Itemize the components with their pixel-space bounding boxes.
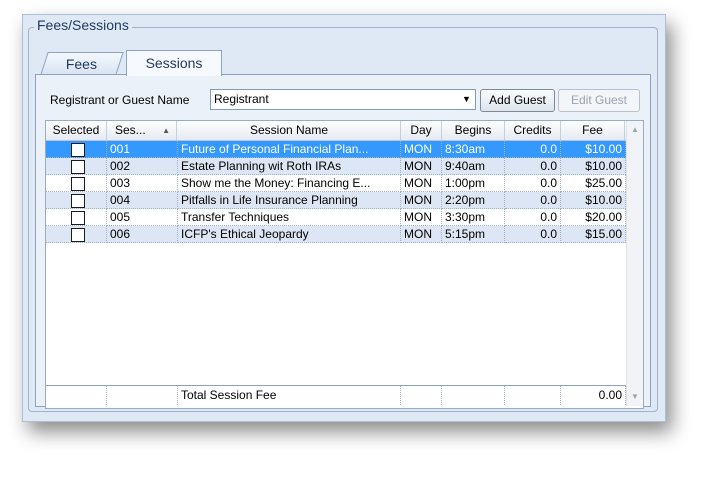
registrant-label: Registrant or Guest Name: [50, 93, 190, 107]
grid-header: Selected Ses... ▲ Session Name Day Begins…: [46, 121, 626, 141]
total-blank: [107, 386, 178, 405]
day-cell: MON: [401, 226, 442, 243]
total-label: Total Session Fee: [178, 386, 401, 405]
total-row: Total Session Fee 0.00: [46, 385, 626, 405]
fee-cell: $10.00: [561, 141, 626, 158]
fee-cell: $10.00: [561, 192, 626, 209]
col-selected[interactable]: Selected: [46, 121, 107, 140]
total-blank: [442, 386, 505, 405]
total-blank: [401, 386, 442, 405]
day-cell: MON: [401, 192, 442, 209]
selected-cell: [46, 175, 107, 192]
sessions-tab-page: Registrant or Guest Name Registrant ▼ Ad…: [35, 74, 651, 409]
selected-cell: [46, 141, 107, 158]
begins-cell: 8:30am: [442, 141, 505, 158]
credits-cell: 0.0: [505, 226, 561, 243]
credits-cell: 0.0: [505, 175, 561, 192]
selected-checkbox[interactable]: [71, 160, 85, 174]
add-guest-button[interactable]: Add Guest: [480, 89, 555, 112]
table-row[interactable]: 002 Estate Planning wit Roth IRAs MON 9:40a…: [46, 158, 626, 175]
selected-checkbox[interactable]: [71, 211, 85, 225]
begins-cell: 5:15pm: [442, 226, 505, 243]
tab-sessions[interactable]: Sessions: [126, 50, 222, 76]
session-name-cell: Show me the Money: Financing E...: [178, 175, 401, 192]
edit-guest-button[interactable]: Edit Guest: [558, 89, 640, 112]
session-name-cell: Estate Planning wit Roth IRAs: [178, 158, 401, 175]
session-id-cell: 003: [107, 175, 178, 192]
total-blank: [46, 386, 107, 405]
selected-cell: [46, 158, 107, 175]
begins-cell: 3:30pm: [442, 209, 505, 226]
selected-cell: [46, 226, 107, 243]
fee-cell: $15.00: [561, 226, 626, 243]
session-id-cell: 004: [107, 192, 178, 209]
selected-checkbox[interactable]: [71, 228, 85, 242]
session-id-cell: 005: [107, 209, 178, 226]
total-value: 0.00: [561, 386, 626, 405]
session-name-cell: Pitfalls in Life Insurance Planning: [178, 192, 401, 209]
session-id-cell: 006: [107, 226, 178, 243]
scroll-up-icon[interactable]: ▲: [627, 122, 643, 138]
day-cell: MON: [401, 209, 442, 226]
total-blank: [505, 386, 561, 405]
sort-ascending-icon: ▲: [162, 126, 170, 135]
selected-checkbox[interactable]: [71, 143, 85, 157]
vertical-scrollbar[interactable]: ▲ ▼: [626, 121, 643, 406]
session-name-cell: Transfer Techniques: [178, 209, 401, 226]
registrant-select-value: Registrant: [214, 92, 269, 106]
begins-cell: 2:20pm: [442, 192, 505, 209]
table-row[interactable]: 003 Show me the Money: Financing E... MON 1…: [46, 175, 626, 192]
sessions-grid: Selected Ses... ▲ Session Name Day Begins…: [45, 120, 644, 409]
credits-cell: 0.0: [505, 209, 561, 226]
col-session-name[interactable]: Session Name: [178, 121, 401, 140]
table-row[interactable]: 005 Transfer Techniques MON 3:30pm 0.0 $20.00: [46, 209, 626, 226]
session-name-cell: ICFP's Ethical Jeopardy: [178, 226, 401, 243]
col-session-id-label: Ses...: [115, 123, 146, 137]
table-row[interactable]: 004 Pitfalls in Life Insurance Planning MO…: [46, 192, 626, 209]
credits-cell: 0.0: [505, 192, 561, 209]
col-credits[interactable]: Credits: [505, 121, 561, 140]
col-begins[interactable]: Begins: [442, 121, 505, 140]
session-name-cell: Future of Personal Financial Plan...: [178, 141, 401, 158]
credits-cell: 0.0: [505, 141, 561, 158]
begins-cell: 1:00pm: [442, 175, 505, 192]
selected-checkbox[interactable]: [71, 177, 85, 191]
fee-cell: $25.00: [561, 175, 626, 192]
session-id-cell: 001: [107, 141, 178, 158]
session-id-cell: 002: [107, 158, 178, 175]
scroll-down-icon[interactable]: ▼: [627, 389, 643, 405]
day-cell: MON: [401, 175, 442, 192]
tab-fees-label: Fees: [66, 56, 98, 72]
registrant-select[interactable]: Registrant ▼: [210, 89, 476, 110]
fee-cell: $10.00: [561, 158, 626, 175]
selected-cell: [46, 209, 107, 226]
tab-fees[interactable]: Fees: [40, 52, 124, 75]
table-row[interactable]: 001 Future of Personal Financial Plan... M…: [46, 141, 626, 158]
day-cell: MON: [401, 158, 442, 175]
col-session-id[interactable]: Ses... ▲: [107, 121, 177, 140]
credits-cell: 0.0: [505, 158, 561, 175]
day-cell: MON: [401, 141, 442, 158]
group-title: Fees/Sessions: [34, 17, 132, 33]
col-day[interactable]: Day: [401, 121, 442, 140]
fee-cell: $20.00: [561, 209, 626, 226]
chevron-down-icon[interactable]: ▼: [459, 91, 474, 108]
selected-checkbox[interactable]: [71, 194, 85, 208]
table-row[interactable]: 006 ICFP's Ethical Jeopardy MON 5:15pm 0.0 $1…: [46, 226, 626, 243]
col-fee[interactable]: Fee: [561, 121, 625, 140]
selected-cell: [46, 192, 107, 209]
begins-cell: 9:40am: [442, 158, 505, 175]
